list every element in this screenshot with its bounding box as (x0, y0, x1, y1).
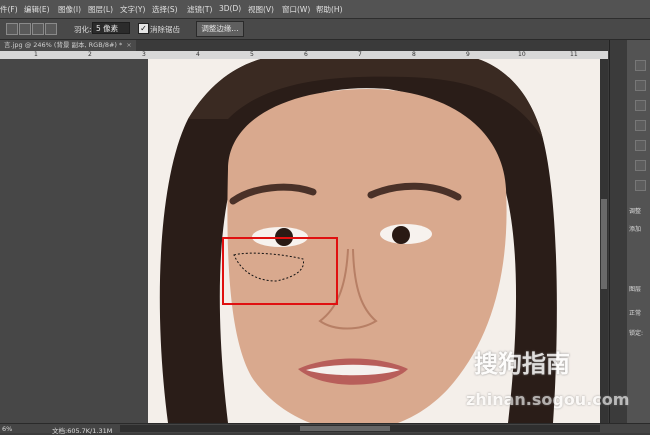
add-to-selection-icon[interactable] (19, 23, 31, 35)
add-label: 添加 (629, 226, 642, 233)
options-bar: 羽化: 5 像素 ✓ 消除锯齿 调整边缘... (0, 19, 650, 40)
layers-label: 图层 (629, 286, 642, 293)
blend-mode-label: 正常 (629, 310, 642, 317)
watermark: 搜狗指南 (474, 350, 570, 378)
ruler-number: 10 (518, 51, 526, 58)
menu-help[interactable]: 帮助(H) (316, 4, 343, 15)
panel-swatch[interactable] (635, 80, 646, 91)
panel-swatch[interactable] (635, 100, 646, 111)
watermark-url: zhinan.sogou.com (466, 390, 630, 409)
panel-swatch[interactable] (635, 60, 646, 71)
panel-swatch[interactable] (635, 180, 646, 191)
feather-label: 羽化: (74, 25, 92, 34)
horizontal-scrollbar[interactable] (120, 425, 600, 432)
subtract-selection-icon[interactable] (32, 23, 44, 35)
menu-view[interactable]: 视图(V) (248, 4, 274, 15)
horizontal-scroll-thumb[interactable] (300, 426, 390, 431)
ruler-number: 9 (466, 51, 470, 58)
close-icon[interactable]: × (126, 41, 131, 49)
refine-edge-button[interactable]: 调整边缘... (196, 21, 244, 37)
antialias-label: 消除锯齿 (150, 25, 180, 34)
intersect-selection-icon[interactable] (45, 23, 57, 35)
adjustments-label: 调整 (629, 208, 642, 215)
new-selection-icon[interactable] (6, 23, 18, 35)
vertical-scrollbar[interactable] (600, 59, 608, 423)
lock-label: 锁定: (629, 330, 644, 337)
menu-file[interactable]: 件(F) (0, 4, 18, 15)
document-tab[interactable]: 言.jpg @ 246% (背景 副本, RGB/8#) * × (0, 40, 136, 51)
panel-swatch[interactable] (635, 160, 646, 171)
ruler-number: 4 (196, 51, 200, 58)
panel-tab[interactable] (610, 40, 627, 423)
menu-window[interactable]: 窗口(W) (282, 4, 310, 15)
ruler-number: 5 (250, 51, 254, 58)
document-tab-title: 言.jpg @ 246% (背景 副本, RGB/8#) * (4, 41, 123, 49)
panel-swatch[interactable] (635, 120, 646, 131)
menu-edit[interactable]: 编辑(E) (24, 4, 50, 15)
right-panel: 调整 添加 图层 正常 锁定: (609, 40, 650, 423)
document-tab-bar: 言.jpg @ 246% (背景 副本, RGB/8#) * × (0, 40, 608, 51)
menu-bar: 件(F) 编辑(E) 图像(I) 图层(L) 文字(Y) 选择(S) 滤镜(T)… (0, 0, 650, 19)
panel-swatch[interactable] (635, 140, 646, 151)
document-info: 文档:605.7K/1.31M (52, 427, 113, 435)
menu-3d[interactable]: 3D(D) (219, 4, 241, 13)
menu-filter[interactable]: 滤镜(T) (187, 4, 212, 15)
menu-image[interactable]: 图像(I) (58, 4, 81, 15)
vertical-scroll-thumb[interactable] (601, 199, 607, 289)
feather-input[interactable]: 5 像素 (92, 22, 130, 34)
ruler-number: 6 (304, 51, 308, 58)
ruler-number: 7 (358, 51, 362, 58)
ruler-number: 8 (412, 51, 416, 58)
menu-layer[interactable]: 图层(L) (88, 4, 113, 15)
menu-select[interactable]: 选择(S) (152, 4, 178, 15)
ruler-number: 1 (34, 51, 38, 58)
ruler-number: 2 (88, 51, 92, 58)
ruler-number: 3 (142, 51, 146, 58)
menu-type[interactable]: 文字(Y) (120, 4, 145, 15)
ruler-number: 11 (570, 51, 578, 58)
antialias-checkbox[interactable]: ✓ (138, 23, 149, 34)
